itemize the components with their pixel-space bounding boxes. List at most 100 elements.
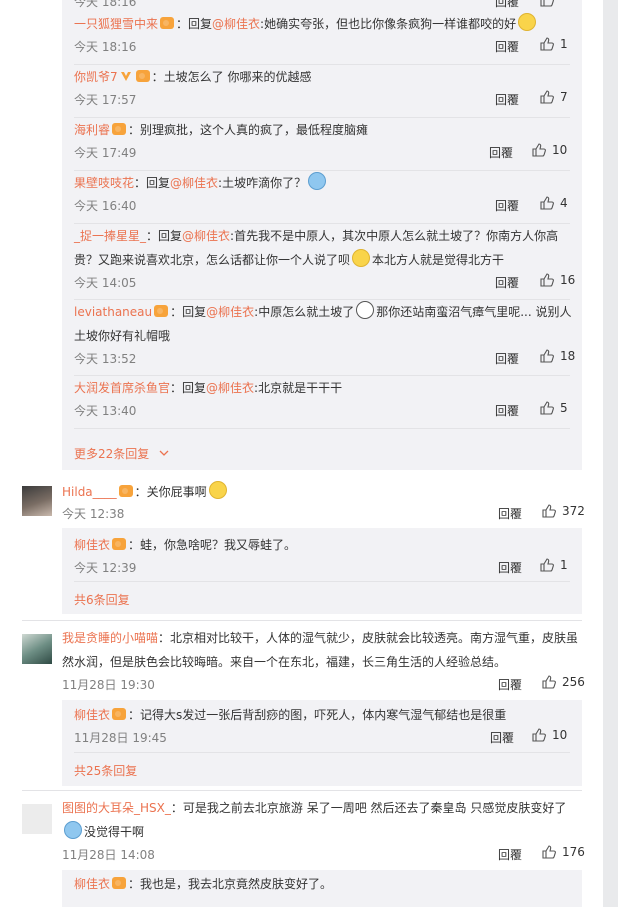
like-count: 10 bbox=[552, 728, 568, 742]
thumb-up-icon bbox=[542, 845, 556, 859]
thumb-up-icon bbox=[540, 37, 554, 51]
reply-button[interactable]: 回覆 bbox=[495, 197, 519, 214]
reply-button[interactable]: 回覆 bbox=[495, 350, 519, 367]
reply-time: 今天 13:40 bbox=[74, 404, 137, 418]
view-replies-link[interactable]: 共6条回复 bbox=[74, 591, 130, 608]
like-button[interactable]: 16 bbox=[540, 273, 575, 287]
divider bbox=[22, 620, 582, 621]
like-button[interactable]: 1 bbox=[540, 558, 568, 572]
comment-text-cont: 然水润，但是肤色会比较晦暗。来自一个在东北，福建，长三角生活的人经验总结。 bbox=[62, 655, 507, 669]
comment-time: 11月28日 14:08 bbox=[62, 848, 155, 862]
like-count: 176 bbox=[562, 845, 585, 859]
reply-button[interactable]: 回覆 bbox=[495, 274, 519, 291]
reply-item: _捉一捧星星_：回复@柳佳衣:首先我不是中原人，其次中原人怎么就土坡了？你南方人… bbox=[62, 224, 582, 300]
thumb-up-icon bbox=[532, 728, 546, 742]
like-button[interactable]: 5 bbox=[540, 401, 568, 415]
mention-link[interactable]: @柳佳衣 bbox=[212, 17, 260, 31]
vip-badge-icon bbox=[154, 305, 169, 317]
user-name[interactable]: 柳佳衣 bbox=[74, 877, 110, 891]
user-name[interactable]: 柳佳衣 bbox=[74, 538, 110, 552]
mention-link[interactable]: @柳佳衣 bbox=[206, 381, 254, 395]
mention-link[interactable]: @柳佳衣 bbox=[170, 176, 218, 190]
avatar[interactable] bbox=[22, 634, 52, 664]
like-count: 372 bbox=[562, 504, 585, 518]
user-name[interactable]: 图图的大耳朵_HSX_ bbox=[62, 801, 171, 815]
like-count: 4 bbox=[560, 196, 568, 210]
like-count: 7 bbox=[560, 90, 568, 104]
thumb-up-icon bbox=[540, 349, 554, 363]
user-name[interactable]: Hilda____ bbox=[62, 485, 117, 499]
reply-button[interactable]: 回覆 bbox=[495, 91, 519, 108]
thumb-up-icon bbox=[540, 0, 554, 7]
like-count: 16 bbox=[560, 273, 576, 287]
mention-link[interactable]: @柳佳衣 bbox=[206, 305, 254, 319]
user-name[interactable]: _捉一捧星星_ bbox=[74, 229, 146, 243]
user-name[interactable]: 果壁吱吱花 bbox=[74, 176, 134, 190]
vip-badge-icon bbox=[112, 538, 127, 550]
reply-button[interactable]: 回覆 bbox=[495, 402, 519, 419]
mention-link[interactable]: @柳佳衣 bbox=[182, 229, 230, 243]
user-name[interactable]: 海利睿 bbox=[74, 123, 110, 137]
reply-text: ：我也是，我去北京竟然皮肤变好了。 bbox=[128, 877, 333, 891]
like-count: 10 bbox=[552, 143, 568, 157]
reply-time: 今天 16:40 bbox=[74, 199, 137, 213]
avatar[interactable] bbox=[22, 486, 52, 516]
thumb-up-icon bbox=[540, 558, 554, 572]
crying-emoji-icon bbox=[208, 481, 227, 499]
reply-button[interactable]: 回覆 bbox=[498, 676, 522, 693]
divider bbox=[74, 752, 570, 753]
reply-button[interactable]: 回覆 bbox=[489, 144, 513, 161]
like-button[interactable] bbox=[540, 0, 554, 7]
comment-text: ：可是我之前去北京旅游 呆了一周吧 然后还去了秦皇岛 只感觉皮肤变好了 bbox=[170, 801, 567, 815]
smile-emoji-icon bbox=[518, 13, 537, 31]
reply-button[interactable]: 回覆 bbox=[495, 0, 519, 10]
comment-text: ：关你屁事啊 bbox=[134, 485, 207, 499]
user-name[interactable]: 你凯爷7 bbox=[74, 70, 118, 84]
like-count: 1 bbox=[560, 37, 568, 51]
chevron-down-icon bbox=[159, 450, 169, 456]
reply-panel: 柳佳衣 ：蛙，你急啥呢？我又辱蛙了。 今天 12:39 回覆 1 共6条回复 bbox=[62, 528, 582, 614]
like-count: 5 bbox=[560, 401, 568, 415]
divider bbox=[74, 428, 570, 429]
like-button[interactable]: 4 bbox=[540, 196, 568, 210]
reply-button[interactable]: 回覆 bbox=[498, 559, 522, 576]
view-replies-link[interactable]: 共25条回复 bbox=[74, 762, 137, 779]
like-button[interactable]: 372 bbox=[542, 504, 585, 518]
like-button[interactable]: 10 bbox=[532, 143, 567, 157]
thumb-up-icon bbox=[542, 504, 556, 518]
like-button[interactable]: 256 bbox=[542, 675, 585, 689]
reply-time: 今天 12:39 bbox=[74, 561, 137, 575]
reply-button[interactable]: 回覆 bbox=[498, 846, 522, 863]
user-name[interactable]: 我是贪睡的小喵喵 bbox=[62, 631, 158, 645]
reply-prefix: ：回复 bbox=[170, 381, 207, 395]
reply-text-cont: 土坡你好有礼帽哦 bbox=[74, 329, 171, 343]
like-button[interactable]: 10 bbox=[532, 728, 567, 742]
reply-item: 你凯爷7 ：土坡怎么了 你哪来的优越感 今天 17:57 回覆 7 bbox=[62, 65, 582, 118]
reply-button[interactable]: 回覆 bbox=[490, 729, 514, 746]
scrollbar[interactable] bbox=[603, 0, 618, 907]
vip-badge-icon bbox=[112, 877, 127, 889]
user-name[interactable]: 柳佳衣 bbox=[74, 708, 110, 722]
reply-button[interactable]: 回覆 bbox=[498, 505, 522, 522]
user-name[interactable]: 一只狐狸雪中来 bbox=[74, 17, 158, 31]
user-name[interactable]: leviathaneau bbox=[74, 305, 152, 319]
comment-time: 11月28日 19:30 bbox=[62, 678, 155, 692]
thumb-up-icon bbox=[532, 143, 546, 157]
reply-text: 别理疯批，这个人真的疯了，最低程度脑瘫 bbox=[140, 123, 369, 137]
reply-text-cont: 贵？又跑来说喜欢北京，怎么话都让你一个人说了呗 bbox=[74, 253, 351, 267]
reply-prefix: ：回复 bbox=[170, 305, 207, 319]
user-name[interactable]: 大润发首席杀鱼官 bbox=[74, 381, 170, 395]
avatar[interactable] bbox=[22, 804, 52, 834]
reply-time: 今天 14:05 bbox=[74, 276, 137, 290]
reply-text: :北京就是干干干 bbox=[254, 381, 343, 395]
reply-text: :她确实夸张，但也比你像条疯狗一样谁都咬的好 bbox=[260, 17, 517, 31]
view-more-replies-link[interactable]: 更多22条回复 bbox=[74, 445, 169, 462]
vip-badge-icon bbox=[118, 485, 133, 497]
reply-button[interactable]: 回覆 bbox=[495, 38, 519, 55]
like-button[interactable]: 176 bbox=[542, 845, 585, 859]
like-button[interactable]: 1 bbox=[540, 37, 568, 51]
crying-emoji-icon bbox=[64, 821, 82, 839]
like-count: 1 bbox=[560, 558, 568, 572]
like-button[interactable]: 7 bbox=[540, 90, 568, 104]
like-button[interactable]: 18 bbox=[540, 349, 575, 363]
